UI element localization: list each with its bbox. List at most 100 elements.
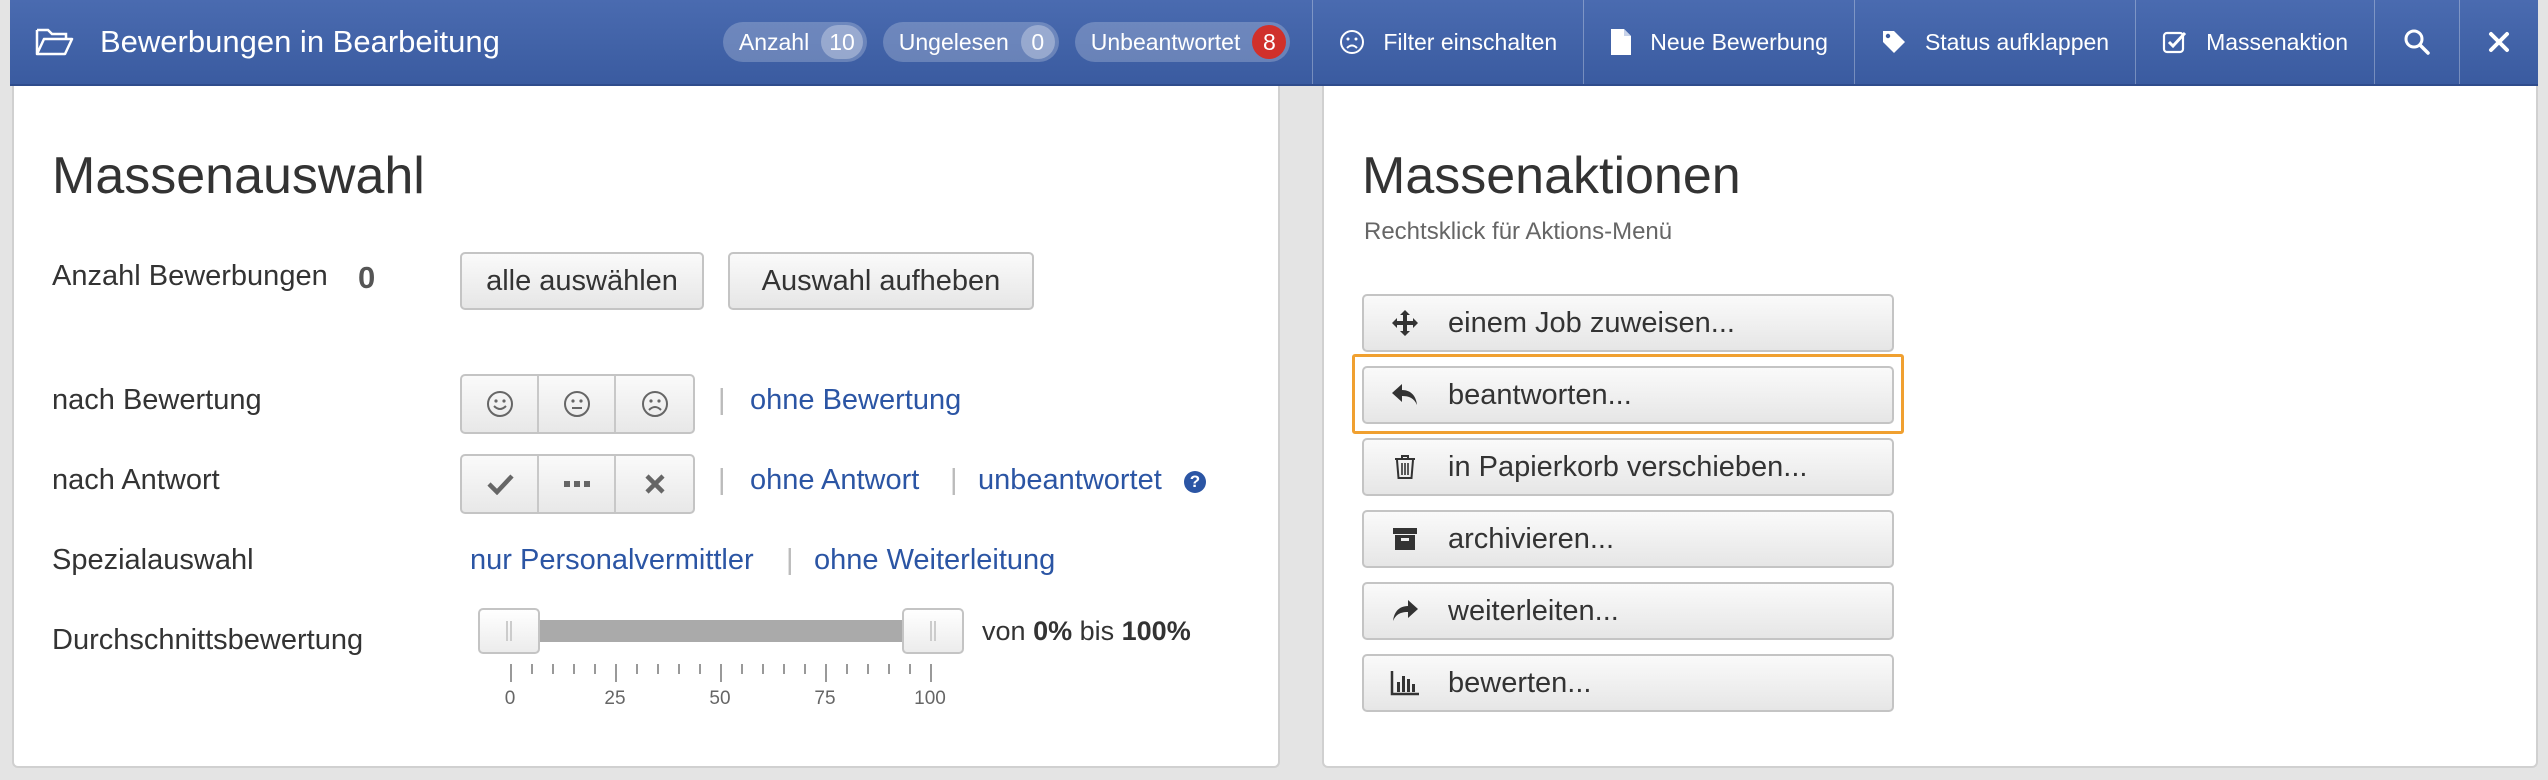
panel-title: Massenaktionen bbox=[1362, 147, 1741, 205]
search-icon bbox=[2404, 29, 2430, 55]
filter-button[interactable]: Filter einschalten bbox=[1312, 0, 1583, 84]
status-expand-button[interactable]: Status aufklappen bbox=[1853, 0, 2135, 84]
selection-count: 0 bbox=[358, 260, 376, 295]
answer-accepted-button[interactable] bbox=[462, 456, 539, 512]
slider-tick bbox=[720, 664, 722, 682]
page-title: Bewerbungen in Bearbeitung bbox=[100, 24, 500, 59]
header-title-area: Bewerbungen in Bearbeitung bbox=[10, 0, 500, 84]
slider-tick bbox=[888, 664, 890, 674]
avg-rating-slider[interactable] bbox=[510, 620, 934, 642]
badge-label: Unbeantwortet bbox=[1090, 28, 1241, 55]
select-all-button[interactable]: alle auswählen bbox=[460, 252, 704, 310]
action-label: einem Job zuweisen... bbox=[1448, 306, 1735, 339]
new-application-label: Neue Bewerbung bbox=[1650, 28, 1828, 55]
folder-open-icon bbox=[35, 28, 74, 56]
slider-tick bbox=[573, 664, 575, 674]
slider-range-fill bbox=[510, 620, 934, 642]
share-icon bbox=[1393, 600, 1418, 621]
action-label: beantworten... bbox=[1448, 378, 1632, 411]
filter-no-rating-link[interactable]: ohne Bewertung bbox=[750, 384, 961, 417]
slider-tick bbox=[594, 664, 596, 674]
slider-tick bbox=[615, 664, 617, 682]
mass-action-button[interactable]: Massenaktion bbox=[2135, 0, 2374, 84]
separator: | bbox=[950, 464, 958, 496]
file-icon bbox=[1611, 29, 1632, 55]
badge-count: 8 bbox=[1252, 25, 1287, 59]
check-square-icon bbox=[2162, 31, 2187, 54]
slider-tick-label: 25 bbox=[604, 688, 626, 709]
filter-agents-only-link[interactable]: nur Personalvermittler bbox=[470, 544, 754, 577]
slider-tick-label: 0 bbox=[504, 688, 516, 709]
slider-tick bbox=[804, 664, 806, 674]
range-von: von bbox=[982, 616, 1026, 646]
close-button[interactable] bbox=[2459, 0, 2538, 84]
rating-neutral-button[interactable] bbox=[539, 376, 616, 432]
frown-icon bbox=[641, 391, 668, 417]
range-bis: bis bbox=[1079, 616, 1115, 646]
slider-tick bbox=[699, 664, 701, 674]
rate-button[interactable]: bewerten... bbox=[1362, 654, 1894, 712]
answer-rejected-button[interactable] bbox=[616, 456, 693, 512]
filter-no-forwarding-link[interactable]: ohne Weiterleitung bbox=[814, 544, 1055, 577]
help-icon[interactable]: ? bbox=[1184, 471, 1206, 493]
status-expand-label: Status aufklappen bbox=[1924, 28, 2110, 55]
filter-no-answer-link[interactable]: ohne Antwort bbox=[750, 464, 919, 497]
badge-label: Anzahl bbox=[738, 28, 810, 55]
rating-good-button[interactable] bbox=[462, 376, 539, 432]
slider-tick bbox=[909, 664, 911, 674]
badge-label: Ungelesen bbox=[898, 28, 1009, 55]
tag-icon bbox=[1882, 31, 1905, 53]
header-badges: Anzahl 10 Ungelesen 0 Unbeantwortet 8 bbox=[722, 22, 1291, 62]
move-icon bbox=[1392, 310, 1418, 336]
badge-unbeantwortet[interactable]: Unbeantwortet 8 bbox=[1074, 22, 1291, 62]
separator: | bbox=[718, 384, 726, 416]
mass-action-label: Massenaktion bbox=[2206, 28, 2348, 55]
answer-pending-button[interactable] bbox=[539, 456, 616, 512]
close-icon bbox=[644, 474, 665, 494]
answer-label: nach Antwort bbox=[52, 464, 220, 496]
slider-tick bbox=[930, 664, 932, 682]
search-button[interactable] bbox=[2374, 0, 2459, 84]
archive-button[interactable]: archivieren... bbox=[1362, 510, 1894, 568]
slider-tick bbox=[678, 664, 680, 674]
special-label: Spezialauswahl bbox=[52, 544, 254, 576]
slider-tick bbox=[846, 664, 848, 674]
meh-icon bbox=[563, 391, 590, 417]
clear-selection-button[interactable]: Auswahl aufheben bbox=[728, 252, 1034, 310]
slider-tick bbox=[825, 664, 827, 682]
slider-handle-max[interactable] bbox=[902, 608, 964, 654]
separator: | bbox=[718, 464, 726, 496]
reply-icon bbox=[1392, 384, 1417, 405]
filter-unanswered-link[interactable]: unbeantwortet bbox=[978, 464, 1162, 497]
filter-button-label: Filter einschalten bbox=[1383, 28, 1558, 55]
answer-filter-group bbox=[460, 454, 695, 514]
new-application-button[interactable]: Neue Bewerbung bbox=[1583, 0, 1854, 84]
panel-subtitle: Rechtsklick für Aktions-Menü bbox=[1364, 218, 1673, 245]
assign-job-button[interactable]: einem Job zuweisen... bbox=[1362, 294, 1894, 352]
slider-tick-label: 100 bbox=[914, 688, 946, 709]
slider-tick bbox=[510, 664, 512, 682]
rating-bad-button[interactable] bbox=[616, 376, 693, 432]
slider-tick bbox=[552, 664, 554, 674]
rating-filter-group bbox=[460, 374, 695, 434]
badge-anzahl[interactable]: Anzahl 10 bbox=[722, 22, 867, 62]
action-label: in Papierkorb verschieben... bbox=[1448, 450, 1808, 483]
bar-chart-icon bbox=[1390, 671, 1419, 696]
move-to-trash-button[interactable]: in Papierkorb verschieben... bbox=[1362, 438, 1894, 496]
reply-button[interactable]: beantworten... bbox=[1362, 366, 1894, 424]
badge-ungelesen[interactable]: Ungelesen 0 bbox=[882, 22, 1059, 62]
mass-actions-panel: Massenaktionen Rechtsklick für Aktions-M… bbox=[1322, 86, 2538, 768]
forward-button[interactable]: weiterleiten... bbox=[1362, 582, 1894, 640]
avg-rating-label: Durchschnittsbewertung bbox=[52, 624, 364, 656]
panel-title: Massenauswahl bbox=[52, 147, 425, 205]
range-text: von 0% bis 100% bbox=[982, 616, 1191, 647]
slider-tick-label: 75 bbox=[814, 688, 836, 709]
ellipsis-icon bbox=[563, 481, 590, 487]
top-bar: Bewerbungen in Bearbeitung Anzahl 10 Ung… bbox=[10, 0, 2538, 86]
action-label: weiterleiten... bbox=[1448, 594, 1619, 627]
action-label: archivieren... bbox=[1448, 522, 1615, 555]
slider-tick bbox=[531, 664, 533, 674]
slider-tick-label: 50 bbox=[709, 688, 731, 709]
slider-handle-min[interactable] bbox=[478, 608, 540, 654]
close-icon bbox=[2489, 32, 2509, 52]
